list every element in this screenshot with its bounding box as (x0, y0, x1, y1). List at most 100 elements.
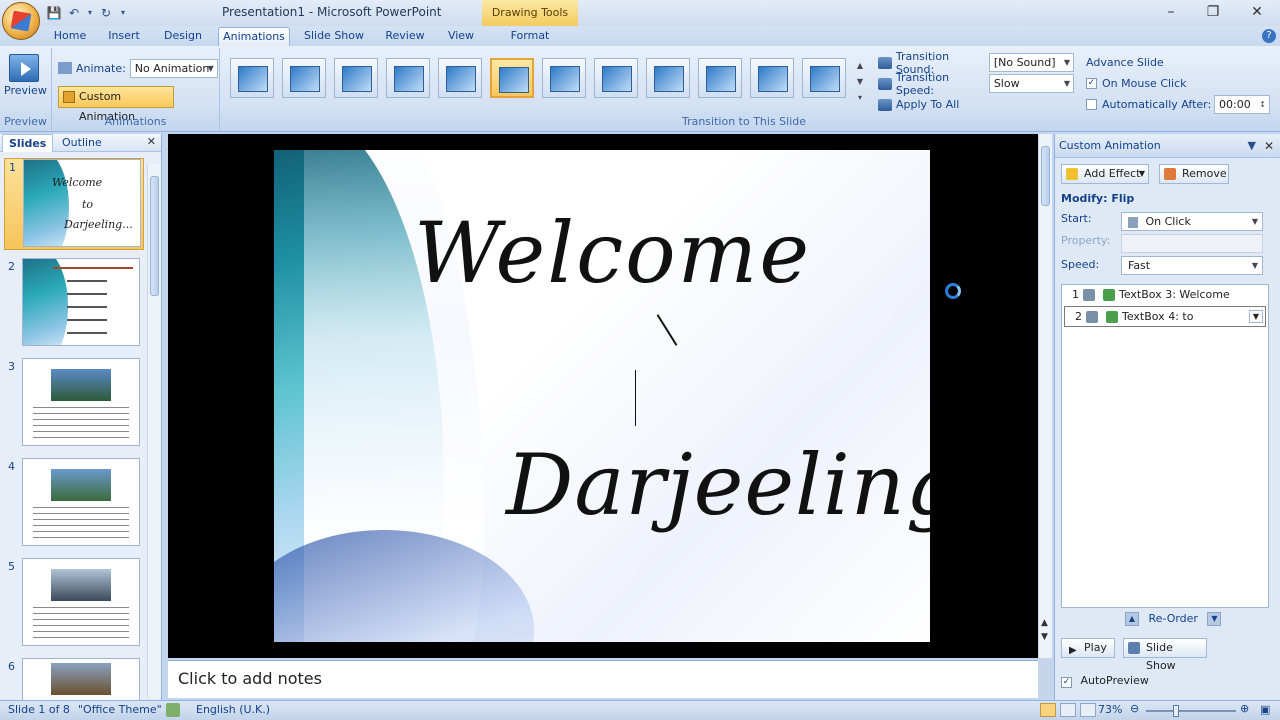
zoom-level[interactable]: 73% (1098, 703, 1122, 716)
undo-dropdown-icon[interactable]: ▾ (86, 5, 94, 21)
autopreview-checkbox[interactable]: ✓ (1061, 677, 1072, 688)
scroll-thumb[interactable] (150, 176, 159, 296)
close-icon[interactable]: ✕ (1264, 134, 1274, 158)
transition-thumbnail[interactable] (386, 58, 430, 98)
normal-view-button[interactable] (1040, 703, 1056, 717)
redo-icon[interactable]: ↻ (98, 5, 114, 21)
undo-icon[interactable]: ↶ (66, 5, 82, 21)
title-textbox[interactable]: Welcome (414, 204, 811, 302)
restore-button[interactable]: ❐ (1192, 2, 1234, 22)
pane-tabs: Slides Outline ✕ (0, 134, 161, 152)
animate-select[interactable]: No Animation ▼ (129, 58, 218, 78)
add-effect-button[interactable]: Add Effect ▼ (1061, 164, 1149, 184)
tab-format[interactable]: Format (502, 27, 558, 46)
slide-thumbnail[interactable]: 3 (4, 358, 144, 450)
start-select[interactable]: On Click ▼ (1121, 212, 1263, 231)
autopreview-option[interactable]: ✓ AutoPreview (1061, 674, 1149, 688)
transition-speed-select[interactable]: Slow ▼ (988, 74, 1074, 93)
customize-qat-icon[interactable]: ▾ (118, 5, 128, 21)
add-effect-label: Add Effect (1084, 167, 1141, 180)
speed-select[interactable]: Fast ▼ (1121, 256, 1263, 275)
slide-thumbnail[interactable]: 1 Welcome to Darjeeling... (4, 158, 144, 250)
notes-pane[interactable]: Click to add notes (168, 660, 1038, 698)
remove-button[interactable]: Remove (1159, 164, 1229, 184)
transition-thumbnail[interactable] (646, 58, 690, 98)
transition-sound-select[interactable]: [No Sound] ▼ (988, 53, 1074, 72)
spinner-icon[interactable]: ↕ (1259, 96, 1266, 113)
minimize-button[interactable]: – (1150, 2, 1192, 22)
gallery-more-icon[interactable]: ▾ (854, 90, 866, 106)
slide-sorter-view-button[interactable] (1060, 703, 1076, 717)
to-textbox-partial[interactable] (656, 314, 678, 346)
mouse-icon (1086, 311, 1098, 323)
language-indicator[interactable]: English (U.K.) (196, 703, 270, 716)
gallery-scroll[interactable]: ▲ ▼ ▾ (854, 58, 866, 106)
transition-speed-row: Transition Speed: Slow ▼ (878, 71, 1074, 97)
transition-thumbnail[interactable] (230, 58, 274, 98)
preview-button[interactable]: Preview (4, 52, 47, 104)
transition-thumbnail[interactable] (490, 58, 534, 98)
scroll-up-icon[interactable]: ▲ (854, 58, 866, 74)
body-textbox[interactable]: Darjeeling... (506, 436, 930, 534)
transition-thumbnail[interactable] (334, 58, 378, 98)
advance-slide-title: Advance Slide (1086, 56, 1164, 69)
on-mouse-click-option[interactable]: ✓ On Mouse Click (1086, 73, 1276, 94)
play-button[interactable]: ▶ Play (1061, 638, 1115, 658)
auto-after-input[interactable]: 00:00 ↕ (1214, 95, 1270, 114)
animation-list-item[interactable]: 2 TextBox 4: to ▼ (1064, 306, 1266, 327)
close-icon[interactable]: ✕ (147, 135, 156, 148)
tab-review[interactable]: Review (380, 27, 430, 46)
slide-thumbnail[interactable]: 2 (4, 258, 144, 350)
tab-slides[interactable]: Slides (2, 134, 54, 152)
next-slide-icon[interactable]: ▼ (1041, 632, 1048, 642)
slide-canvas[interactable]: Welcome Darjeeling... (274, 150, 930, 642)
close-button[interactable]: ✕ (1236, 2, 1278, 22)
zoom-slider-knob[interactable] (1173, 705, 1179, 717)
apply-to-all-button[interactable]: Apply To All (878, 94, 1074, 115)
chevron-down-icon[interactable]: ▼ (1249, 310, 1263, 323)
tab-slide-show[interactable]: Slide Show (298, 27, 370, 46)
custom-animation-button[interactable]: Custom Animation (58, 86, 174, 123)
transition-thumbnail[interactable] (802, 58, 846, 98)
tab-home[interactable]: Home (48, 27, 92, 46)
zoom-slider[interactable] (1146, 710, 1236, 712)
zoom-out-icon[interactable]: ⊖ (1130, 702, 1139, 715)
office-button[interactable] (2, 2, 40, 40)
slide-show-view-button[interactable] (1080, 703, 1096, 717)
slide-photo (51, 569, 111, 601)
animation-label: TextBox 3: Welcome (1119, 288, 1230, 301)
scroll-down-icon[interactable]: ▼ (854, 74, 866, 90)
contextual-tab-group-label: Drawing Tools (482, 0, 578, 26)
slides-scrollbar[interactable] (147, 164, 161, 698)
on-mouse-click-checkbox[interactable]: ✓ (1086, 78, 1097, 89)
slide-thumbnail[interactable]: 4 (4, 458, 144, 550)
save-icon[interactable]: 💾 (46, 5, 62, 21)
tab-view[interactable]: View (440, 27, 482, 46)
auto-after-checkbox[interactable] (1086, 99, 1097, 110)
help-icon[interactable]: ? (1262, 29, 1276, 43)
slide-show-button[interactable]: Slide Show (1123, 638, 1207, 672)
slide-thumbnail[interactable]: 5 (4, 558, 144, 650)
animate-value: No Animation (134, 61, 210, 75)
transition-thumbnail[interactable] (750, 58, 794, 98)
tab-animations[interactable]: Animations (218, 27, 290, 46)
tab-outline[interactable]: Outline (56, 134, 108, 152)
fit-to-window-icon[interactable]: ▣ (1260, 703, 1270, 716)
tab-insert[interactable]: Insert (102, 27, 146, 46)
transition-thumbnail[interactable] (594, 58, 638, 98)
move-up-icon[interactable]: ▲ (1125, 612, 1139, 626)
slide-scrollbar[interactable]: ▲ ▼ (1038, 134, 1052, 658)
previous-slide-icon[interactable]: ▲ (1041, 618, 1048, 628)
transition-thumbnail[interactable] (698, 58, 742, 98)
transition-thumbnail[interactable] (542, 58, 586, 98)
chevron-down-icon[interactable]: ▼ (1248, 134, 1256, 158)
scroll-thumb[interactable] (1041, 146, 1050, 206)
animation-list-item[interactable]: 1 TextBox 3: Welcome (1062, 285, 1268, 306)
tab-design[interactable]: Design (158, 27, 208, 46)
remove-icon (1164, 168, 1176, 180)
move-down-icon[interactable]: ▼ (1207, 612, 1222, 626)
transition-thumbnail[interactable] (438, 58, 482, 98)
transition-thumbnail[interactable] (282, 58, 326, 98)
spelling-check-icon[interactable] (166, 703, 180, 717)
zoom-in-icon[interactable]: ⊕ (1240, 702, 1249, 715)
